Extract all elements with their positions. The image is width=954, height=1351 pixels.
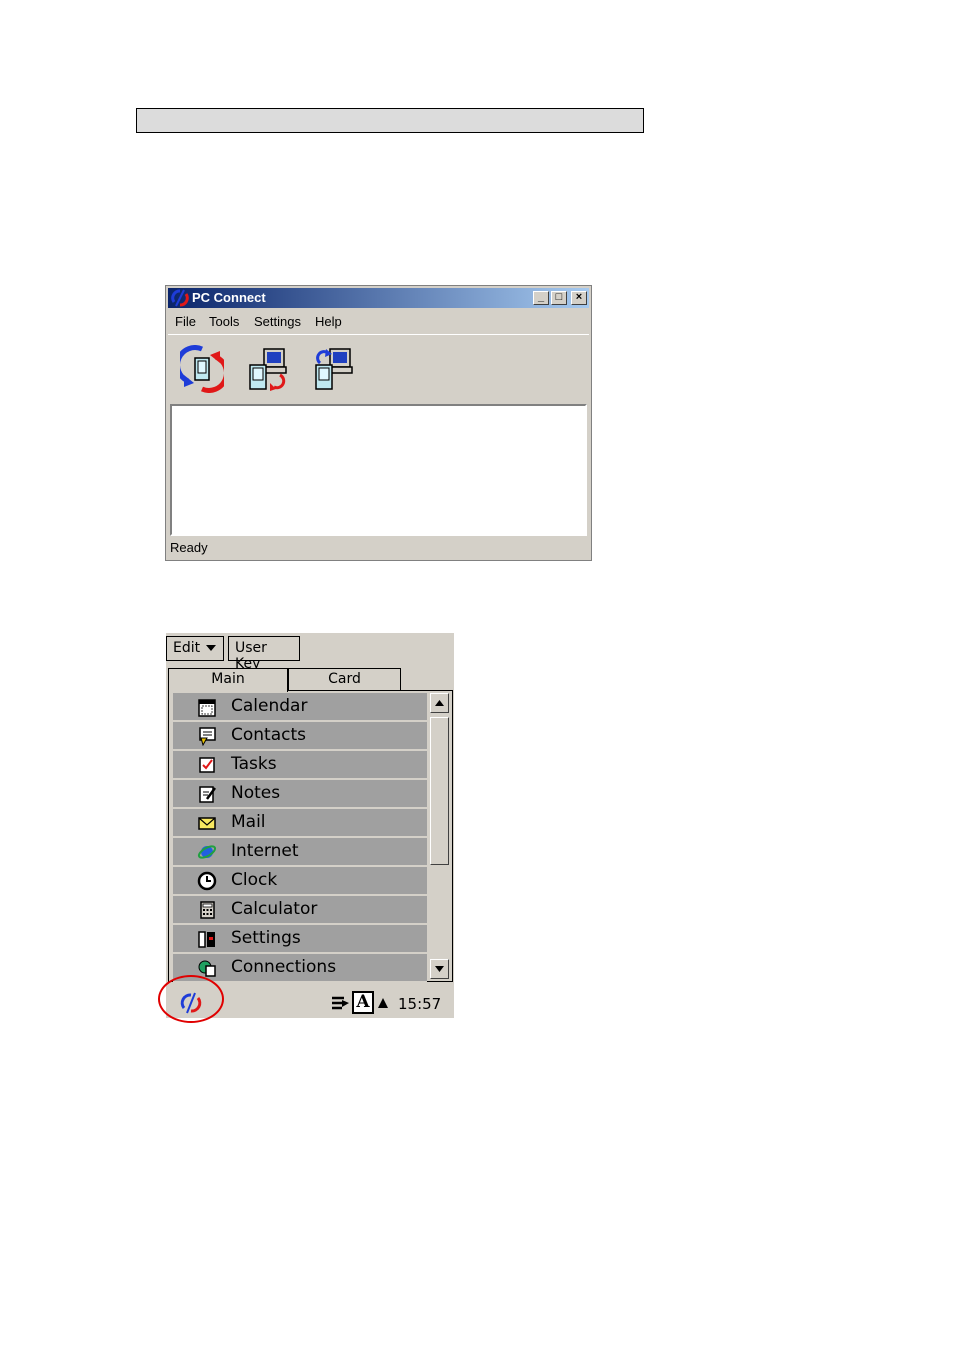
title-bar[interactable]: PC Connect _ □ × <box>168 288 589 308</box>
list-item-label: Clock <box>231 870 278 890</box>
list-item-clock[interactable]: Clock <box>173 867 427 896</box>
sync-icon[interactable] <box>180 345 224 393</box>
minimize-button[interactable]: _ <box>533 291 549 305</box>
list-item-settings[interactable]: Settings <box>173 925 427 954</box>
menu-help[interactable]: Help <box>315 314 342 329</box>
pc-connect-logo-icon <box>171 289 189 307</box>
list-item-mail[interactable]: Mail <box>173 809 427 838</box>
internet-icon <box>197 845 217 859</box>
contacts-icon <box>199 727 216 746</box>
arrow-up-icon <box>435 700 444 706</box>
edit-menu-button[interactable]: Edit <box>166 636 224 661</box>
list-item-notes[interactable]: Notes <box>173 780 427 809</box>
scroll-down-button[interactable] <box>430 959 449 979</box>
list-item-label: Tasks <box>231 754 277 774</box>
highlight-circle <box>158 975 224 1023</box>
list-item-connections[interactable]: Connections <box>173 954 427 983</box>
list-item-label: Settings <box>231 928 301 948</box>
program-list: Calendar Contacts Tasks Notes Mail Inter… <box>168 690 453 983</box>
clock-time[interactable]: 15:57 <box>398 995 441 1013</box>
tab-main[interactable]: Main <box>168 668 288 692</box>
log-area[interactable] <box>170 404 587 536</box>
list-item-label: Calendar <box>231 696 308 716</box>
list-scrollbar[interactable] <box>430 693 449 979</box>
user-key-button[interactable]: User Key <box>228 636 300 672</box>
close-button[interactable]: × <box>571 291 587 305</box>
calendar-icon <box>198 699 216 717</box>
scroll-thumb[interactable] <box>430 717 449 865</box>
list-item-label: Notes <box>231 783 281 803</box>
window-title: PC Connect <box>192 290 266 305</box>
tasks-icon <box>199 757 215 773</box>
list-item-internet[interactable]: Internet <box>173 838 427 867</box>
status-bar: Ready <box>170 540 208 555</box>
menu-bar: File Tools Settings Help <box>168 310 589 332</box>
calculator-icon <box>200 901 215 919</box>
mail-icon <box>198 817 216 830</box>
section-header-bar <box>136 108 644 133</box>
notes-icon <box>199 786 217 803</box>
list-item-contacts[interactable]: Contacts <box>173 722 427 751</box>
power-plug-icon[interactable] <box>330 994 350 1012</box>
list-item-label: Calculator <box>231 899 318 919</box>
list-item-label: Internet <box>231 841 299 861</box>
pda-screen: Edit User Key Main Card Calendar Contact… <box>166 633 454 1018</box>
list-item-calculator[interactable]: Calculator <box>173 896 427 925</box>
backup-icon[interactable] <box>246 345 290 393</box>
edit-label: Edit <box>173 640 201 656</box>
arrow-down-icon <box>435 966 444 972</box>
menu-settings[interactable]: Settings <box>254 314 301 329</box>
toolbar <box>168 334 589 403</box>
pc-connect-window: PC Connect _ □ × File Tools Settings Hel… <box>165 285 592 561</box>
input-method-button[interactable]: A <box>352 991 374 1014</box>
list-item-label: Connections <box>231 957 337 977</box>
list-item-label: Mail <box>231 812 266 832</box>
list-item-label: Contacts <box>231 725 306 745</box>
scroll-up-button[interactable] <box>430 693 449 713</box>
input-panel-arrow-icon[interactable] <box>376 994 390 1012</box>
tab-card[interactable]: Card <box>288 668 401 690</box>
menu-file[interactable]: File <box>175 314 196 329</box>
settings-icon <box>198 931 215 948</box>
restore-icon[interactable] <box>312 345 356 393</box>
chevron-down-icon <box>206 645 217 651</box>
menu-tools[interactable]: Tools <box>209 314 239 329</box>
clock-icon <box>197 871 217 891</box>
list-item-tasks[interactable]: Tasks <box>173 751 427 780</box>
list-item-calendar[interactable]: Calendar <box>173 693 427 722</box>
maximize-button[interactable]: □ <box>551 291 567 305</box>
